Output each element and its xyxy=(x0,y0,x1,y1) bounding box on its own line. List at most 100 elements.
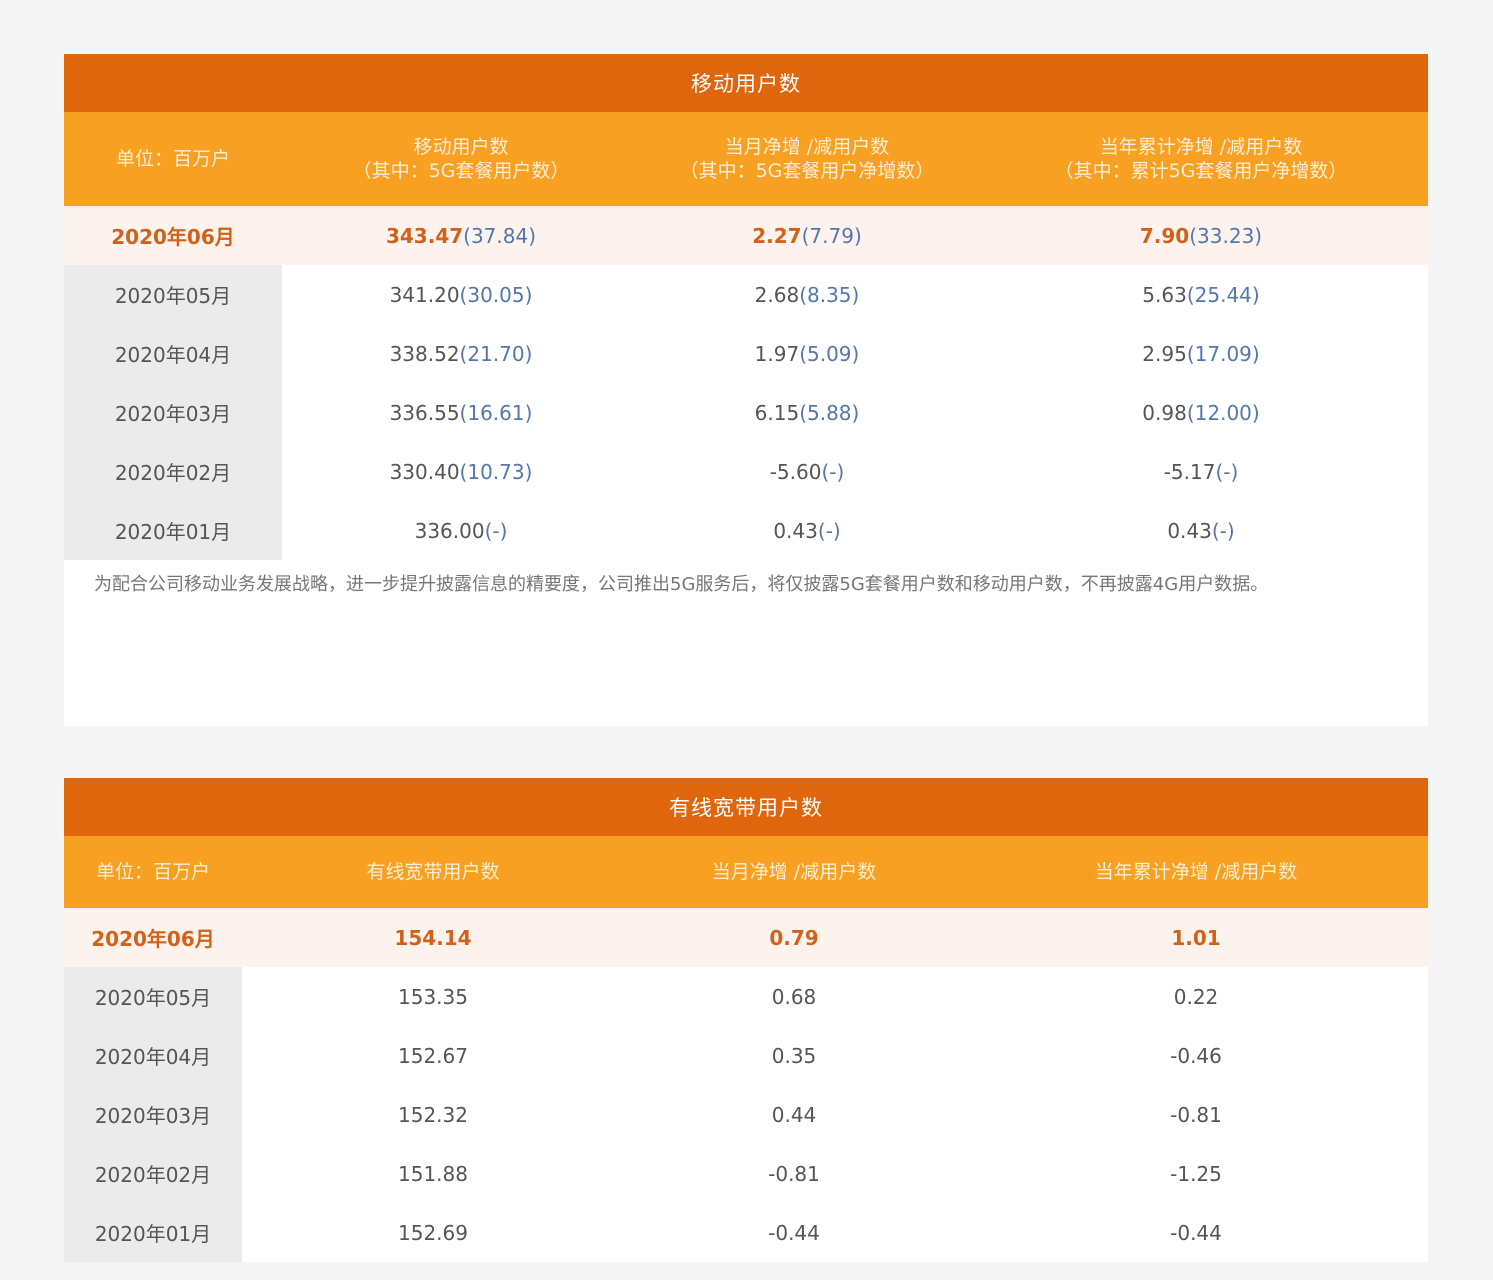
row-5g-value: (30.05) xyxy=(459,282,533,307)
row-5g-value: (17.09) xyxy=(1186,341,1260,366)
row-value: 2.68 xyxy=(754,282,800,307)
row-value: 0.35 xyxy=(771,1043,817,1068)
row-value: 5.63 xyxy=(1142,282,1187,307)
mobile-table-title: 移动用户数 xyxy=(64,54,1428,112)
row-value-cell: 0.43 (-) xyxy=(640,501,974,560)
table-row: 2020年06月 154.14 0.79 1.01 xyxy=(64,908,1428,967)
row-value-cell: -5.17 (-) xyxy=(974,442,1428,501)
row-value: 336.55 xyxy=(389,400,460,425)
table-row: 2020年05月 341.20 (30.05) 2.68 (8.35) 5.63 (2… xyxy=(64,265,1428,324)
row-date: 2020年05月 xyxy=(64,265,282,324)
header-monthly-net: 当月净增 /减用户数 xyxy=(711,861,877,883)
table-row: 2020年02月 151.88 -0.81 -1.25 xyxy=(64,1144,1428,1203)
row-value-cell: -5.60 (-) xyxy=(640,442,974,501)
table-row: 2020年01月 336.00 (-) 0.43 (-) 0.43 (-) xyxy=(64,501,1428,560)
row-value-cell: 2.68 (8.35) xyxy=(640,265,974,324)
row-value: -0.81 xyxy=(768,1161,820,1186)
table-row: 2020年01月 152.69 -0.44 -0.44 xyxy=(64,1203,1428,1262)
header-unit: 单位：百万户 xyxy=(115,148,230,170)
row-5g-value: (-) xyxy=(484,518,508,543)
mobile-table-note: 为配合公司移动业务发展战略，进一步提升披露信息的精要度，公司推出5G服务后，将仅… xyxy=(94,574,1269,595)
row-value: 336.00 xyxy=(414,518,485,543)
header-ytd-net: 当年累计净增 /减用户数 xyxy=(1094,861,1298,883)
row-value: -0.81 xyxy=(1170,1102,1222,1127)
row-5g-value: (5.09) xyxy=(799,341,860,366)
row-value-cell: 0.43 (-) xyxy=(974,501,1428,560)
row-value: -0.46 xyxy=(1170,1043,1222,1068)
row-date: 2020年01月 xyxy=(64,501,282,560)
row-date: 2020年05月 xyxy=(64,967,242,1026)
broadband-users-table: 有线宽带用户数 单位：百万户 有线宽带用户数 当月净增 /减用户数 当年累计净增… xyxy=(64,778,1428,1262)
row-value-cell: 2.27 (7.79) xyxy=(640,206,974,265)
row-value: 343.47 xyxy=(385,223,464,248)
row-value-cell: 341.20 (30.05) xyxy=(282,265,640,324)
header-monthly-net: 当月净增 /减用户数 （其中：5G套餐用户净增数） xyxy=(679,136,935,182)
row-value-cell: 1.97 (5.09) xyxy=(640,324,974,383)
row-value: 0.44 xyxy=(771,1102,817,1127)
row-value-cell: 338.52 (21.70) xyxy=(282,324,640,383)
header-ytd-net: 当年累计净增 /减用户数 （其中：累计5G套餐用户净增数） xyxy=(1054,136,1348,182)
row-value: 152.67 xyxy=(398,1043,468,1068)
broadband-table-header: 单位：百万户 有线宽带用户数 当月净增 /减用户数 当年累计净增 /减用户数 xyxy=(64,836,1428,908)
row-value: 2.95 xyxy=(1142,341,1187,366)
row-value: 1.01 xyxy=(1171,925,1221,950)
table-row: 2020年06月 343.47 (37.84) 2.27 (7.79) 7.90 (3… xyxy=(64,206,1428,265)
table-row: 2020年04月 152.67 0.35 -0.46 xyxy=(64,1026,1428,1085)
row-5g-value: (7.79) xyxy=(801,223,862,248)
row-5g-value: (-) xyxy=(1211,518,1235,543)
table-row: 2020年02月 330.40 (10.73) -5.60 (-) -5.17 (-) xyxy=(64,442,1428,501)
row-value-cell: 2.95 (17.09) xyxy=(974,324,1428,383)
row-value-cell: 330.40 (10.73) xyxy=(282,442,640,501)
row-value: 0.79 xyxy=(769,925,819,950)
mobile-table-header: 单位：百万户 移动用户数 （其中：5G套餐用户数） 当月净增 /减用户数 （其中：5… xyxy=(64,112,1428,206)
row-value: 154.14 xyxy=(394,925,472,950)
row-5g-value: (-) xyxy=(817,518,841,543)
table-row: 2020年04月 338.52 (21.70) 1.97 (5.09) 2.95 (1… xyxy=(64,324,1428,383)
table-row: 2020年03月 336.55 (16.61) 6.15 (5.88) 0.98 (1… xyxy=(64,383,1428,442)
mobile-table-body: 2020年06月 343.47 (37.84) 2.27 (7.79) 7.90 (3… xyxy=(64,206,1428,560)
row-5g-value: (-) xyxy=(1215,459,1239,484)
row-value: 7.90 xyxy=(1139,223,1190,248)
broadband-table-body: 2020年06月 154.14 0.79 1.01 2020年05月 153.35 0.68… xyxy=(64,908,1428,1262)
row-value: 151.88 xyxy=(398,1161,468,1186)
row-value: 341.20 xyxy=(389,282,460,307)
row-value: -1.25 xyxy=(1170,1161,1222,1186)
header-unit: 单位：百万户 xyxy=(95,861,210,883)
table-row: 2020年05月 153.35 0.68 0.22 xyxy=(64,967,1428,1026)
row-value: 152.32 xyxy=(398,1102,468,1127)
row-value-cell: 7.90 (33.23) xyxy=(974,206,1428,265)
row-value: 330.40 xyxy=(389,459,460,484)
row-value: 152.69 xyxy=(398,1220,468,1245)
row-value: 1.97 xyxy=(754,341,800,366)
row-value: 0.22 xyxy=(1173,984,1219,1009)
row-value: -0.44 xyxy=(1170,1220,1222,1245)
row-value: -0.44 xyxy=(768,1220,820,1245)
row-value: 338.52 xyxy=(389,341,460,366)
broadband-table-title: 有线宽带用户数 xyxy=(64,778,1428,836)
row-date: 2020年04月 xyxy=(64,1026,242,1085)
row-value: 0.98 xyxy=(1142,400,1187,425)
row-5g-value: (25.44) xyxy=(1186,282,1260,307)
row-5g-value: (-) xyxy=(821,459,845,484)
row-5g-value: (8.35) xyxy=(799,282,860,307)
row-date: 2020年03月 xyxy=(64,383,282,442)
row-value: -5.60 xyxy=(769,459,822,484)
row-date: 2020年02月 xyxy=(64,1144,242,1203)
mobile-users-table: 移动用户数 单位：百万户 移动用户数 （其中：5G套餐用户数） 当月净增 /减用户… xyxy=(64,54,1428,726)
header-mobile-users: 移动用户数 （其中：5G套餐用户数） xyxy=(352,136,570,182)
header-broadband-users: 有线宽带用户数 xyxy=(366,861,500,883)
row-value: 153.35 xyxy=(398,984,468,1009)
row-date: 2020年06月 xyxy=(64,908,242,967)
row-date: 2020年04月 xyxy=(64,324,282,383)
row-value-cell: 336.00 (-) xyxy=(282,501,640,560)
row-value-cell: 0.98 (12.00) xyxy=(974,383,1428,442)
row-value: 0.43 xyxy=(773,518,818,543)
row-value: -5.17 xyxy=(1163,459,1216,484)
row-value: 0.68 xyxy=(771,984,817,1009)
row-5g-value: (21.70) xyxy=(459,341,533,366)
row-value: 6.15 xyxy=(754,400,800,425)
row-value: 2.27 xyxy=(752,223,802,248)
row-5g-value: (12.00) xyxy=(1186,400,1260,425)
row-5g-value: (33.23) xyxy=(1189,223,1263,248)
row-value-cell: 336.55 (16.61) xyxy=(282,383,640,442)
